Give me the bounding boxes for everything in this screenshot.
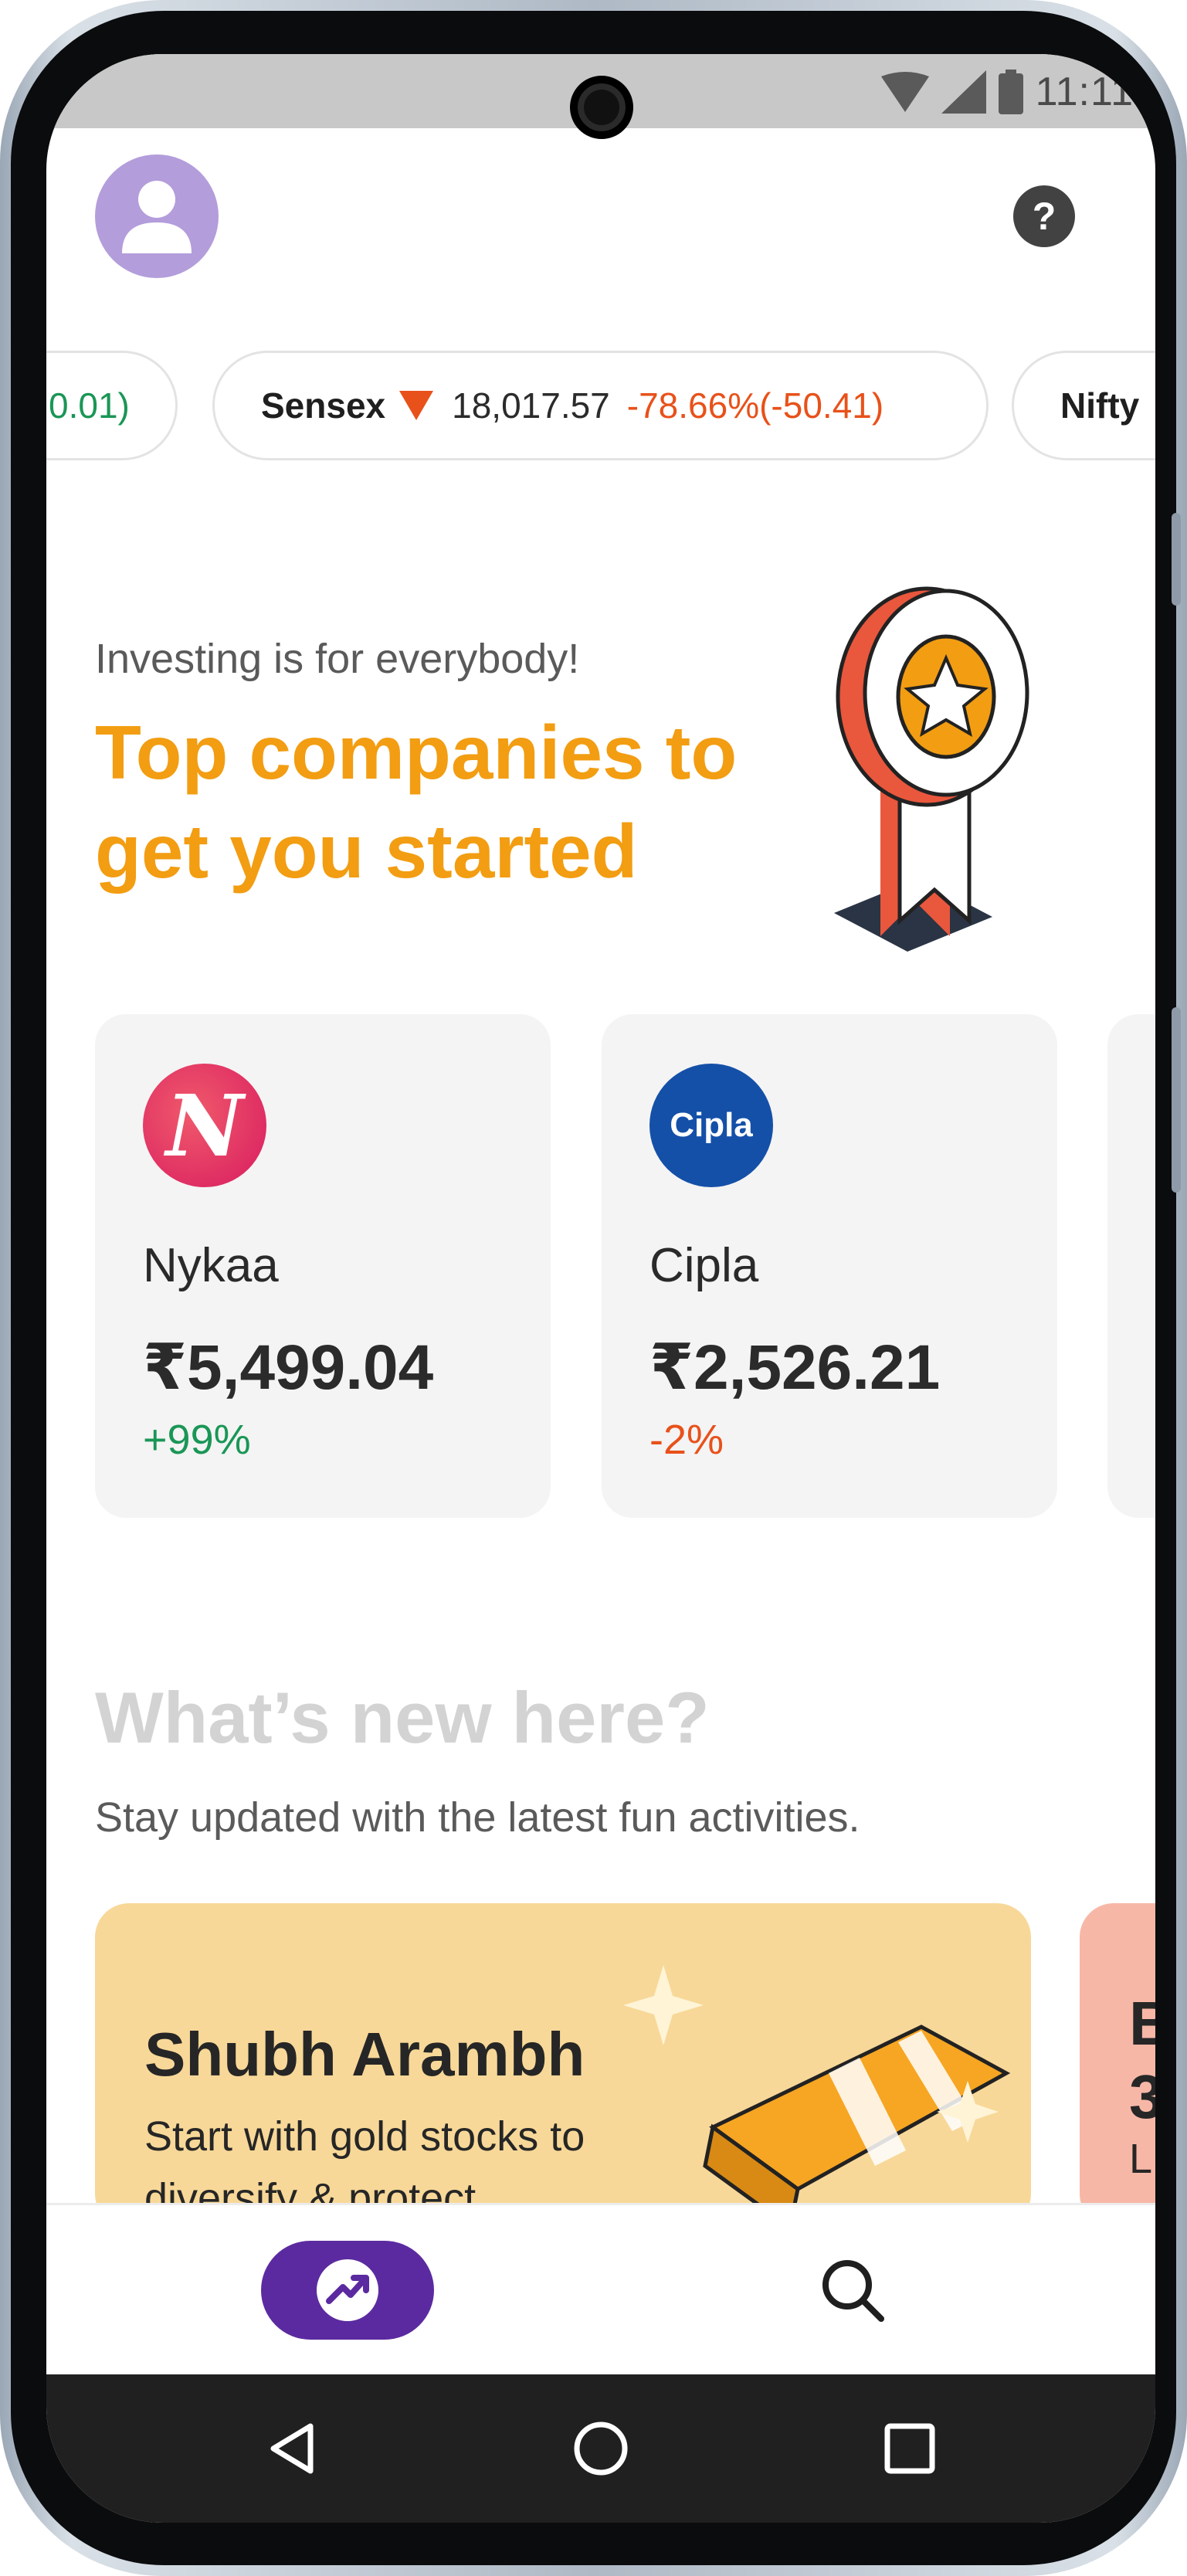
down-arrow-icon (399, 391, 434, 420)
nykaa-logo: N (143, 1064, 266, 1187)
battery-icon (998, 70, 1023, 114)
app-screen: 11:11 ? 0.01) Sensex 18,017.57 -78.66%(-… (46, 54, 1155, 2523)
system-recents-button[interactable] (879, 2418, 941, 2479)
home-circle-icon (574, 2422, 628, 2476)
hero-eyebrow: Investing is for everybody! (95, 636, 580, 682)
company-card-cipla[interactable]: Cipla Cipla ₹2,526.21 -2% (602, 1014, 1057, 1518)
section-subtitle: Stay updated with the latest fun activit… (95, 1794, 860, 1841)
company-name: Cipla (649, 1239, 759, 1292)
help-button[interactable]: ? (1013, 185, 1075, 247)
promo-title: Shubh Arambh (144, 2020, 585, 2089)
status-bar: 11:11 (46, 54, 1155, 139)
ticker-item-sensex[interactable]: Sensex 18,017.57 -78.66%(-50.41) (212, 351, 989, 460)
company-card-partial[interactable] (1107, 1014, 1155, 1518)
volume-button (1172, 513, 1181, 606)
wifi-icon (880, 72, 929, 112)
status-time: 11:11 (1035, 70, 1134, 114)
system-nav-bar (46, 2374, 1155, 2523)
status-icons: 11:11 (880, 65, 1134, 119)
promo-card-partial[interactable]: B 3 L (1080, 1903, 1155, 2228)
ticker-item-nifty[interactable]: Nifty (1012, 351, 1155, 460)
promo-card-shubh-arambh[interactable]: Shubh Arambh Start with gold stocks to d… (95, 1903, 1031, 2228)
user-icon (122, 181, 192, 253)
system-back-button[interactable] (261, 2418, 323, 2479)
ticker-value: 18,017.57 (452, 385, 610, 426)
ticker-item-prev[interactable]: 0.01) (46, 351, 178, 460)
ticker-name: Sensex (261, 385, 386, 426)
medal-ribbon-illustration (834, 586, 1029, 952)
front-camera (570, 76, 633, 139)
promo-line2: 3 (1129, 2062, 1155, 2131)
nav-home-button[interactable] (261, 2241, 434, 2340)
search-icon (822, 2260, 884, 2322)
gold-bar-illustration (623, 1965, 1011, 2228)
logo-text: N (165, 1075, 244, 1176)
company-price: ₹5,499.04 (143, 1332, 434, 1403)
company-name: Nykaa (143, 1239, 279, 1292)
cipla-logo: Cipla (649, 1064, 773, 1187)
company-price: ₹2,526.21 (649, 1332, 941, 1403)
signal-icon (941, 70, 986, 114)
section-title: What’s new here? (95, 1677, 710, 1758)
profile-avatar[interactable] (95, 154, 219, 278)
promo-title: B (1129, 1989, 1155, 2058)
company-card-nykaa[interactable]: N Nykaa ₹5,499.04 +99% (95, 1014, 551, 1518)
hero-title: Top companies to get you started (95, 710, 738, 894)
recents-square-icon (884, 2423, 935, 2474)
ticker-change: 0.01) (49, 385, 130, 426)
power-button (1172, 1007, 1181, 1193)
ticker-name: Nifty (1060, 385, 1140, 426)
system-home-button[interactable] (570, 2418, 632, 2479)
bottom-nav (46, 2203, 1155, 2374)
help-icon: ? (1032, 195, 1056, 238)
company-change: -2% (649, 1417, 724, 1463)
back-triangle-icon (270, 2423, 314, 2474)
device-frame: 11:11 ? 0.01) Sensex 18,017.57 -78.66%(-… (0, 0, 1187, 2576)
logo-text: Cipla (670, 1106, 753, 1144)
trending-up-icon (317, 2259, 378, 2321)
promo-line3: L (1129, 2136, 1153, 2182)
nav-search-button[interactable] (816, 2253, 890, 2327)
ticker-change: -78.66%(-50.41) (626, 385, 884, 426)
device-bezel: 11:11 ? 0.01) Sensex 18,017.57 -78.66%(-… (11, 11, 1181, 2565)
company-change: +99% (143, 1417, 251, 1463)
